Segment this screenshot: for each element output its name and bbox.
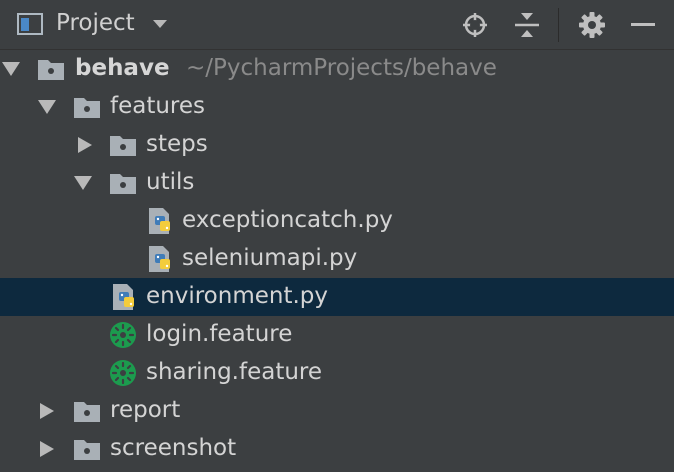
project-toolbar: Project [0,0,674,50]
tree-row-exceptioncatch[interactable]: exceptioncatch.py [0,202,674,240]
collapse-arrow-icon[interactable] [40,441,54,457]
tree-row-behave[interactable]: behave ~/PycharmProjects/behave [0,50,674,88]
toolbar-separator [558,8,559,42]
folder-icon [36,55,66,83]
tree-row-screenshot[interactable]: screenshot [0,430,674,468]
tree-row-sharing-feature[interactable]: sharing.feature [0,354,674,392]
project-panel: Project behave ~/PycharmProjects/behave … [0,0,674,472]
tree-label-report: report [110,397,181,423]
tree-label-exceptioncatch: exceptioncatch.py [182,207,393,233]
python-file-icon [146,245,176,273]
tree-row-steps[interactable]: steps [0,126,674,164]
cucumber-icon [108,359,138,387]
tree-label-behave: behave [75,55,170,81]
tree-label-features: features [110,93,206,119]
project-view-icon[interactable] [17,13,43,35]
collapse-all-icon[interactable] [512,10,542,40]
tree-row-login-feature[interactable]: login.feature [0,316,674,354]
expand-arrow-icon[interactable] [74,176,92,190]
folder-icon [72,435,102,463]
collapse-arrow-icon[interactable] [78,137,92,153]
tree-path-behave: ~/PycharmProjects/behave [186,55,497,81]
expand-arrow-icon[interactable] [38,100,56,114]
tree-row-environment[interactable]: environment.py [0,278,674,316]
hide-icon[interactable] [628,10,658,40]
collapse-arrow-icon[interactable] [40,403,54,419]
folder-icon [72,397,102,425]
tree-label-seleniumapi: seleniumapi.py [182,245,358,271]
tree-row-utils[interactable]: utils [0,164,674,202]
tree-label-screenshot: screenshot [110,435,237,461]
gear-icon[interactable] [577,10,607,40]
chevron-down-icon[interactable] [153,20,167,28]
project-tree: behave ~/PycharmProjects/behave features [0,50,674,472]
folder-icon [108,169,138,197]
tree-label-login-feature: login.feature [146,321,293,347]
locate-icon[interactable] [460,10,490,40]
folder-icon [108,131,138,159]
cucumber-icon [108,321,138,349]
tree-label-environment: environment.py [146,283,329,309]
python-file-icon [146,207,176,235]
tree-row-seleniumapi[interactable]: seleniumapi.py [0,240,674,278]
tree-row-features[interactable]: features [0,88,674,126]
tree-label-steps: steps [146,131,208,157]
folder-icon [72,93,102,121]
project-title[interactable]: Project [56,10,135,36]
tree-label-sharing-feature: sharing.feature [146,359,323,385]
tree-label-utils: utils [146,169,195,195]
python-file-icon [110,283,140,311]
expand-arrow-icon[interactable] [2,62,20,76]
tree-row-report[interactable]: report [0,392,674,430]
